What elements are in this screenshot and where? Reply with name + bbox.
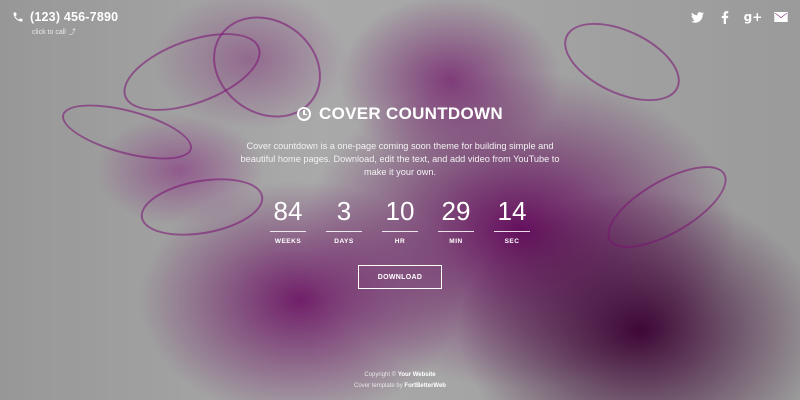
countdown-divider xyxy=(438,231,474,232)
phone-link[interactable]: (123) 456-7890 xyxy=(12,10,118,24)
countdown-divider xyxy=(270,231,306,232)
countdown-minutes-label: MIN xyxy=(449,238,463,245)
main-content: COVER COUNTDOWN Cover countdown is a one… xyxy=(0,104,800,289)
template-credit-line: Cover template by FortBetterWeb xyxy=(0,381,800,392)
countdown-divider xyxy=(382,231,418,232)
template-prefix: Cover template by xyxy=(354,383,403,389)
clock-icon xyxy=(297,107,312,121)
website-link[interactable]: Your Website xyxy=(398,372,436,378)
countdown: 84 WEEKS 3 DAYS 10 HR 29 MIN 14 SEC xyxy=(0,197,800,245)
countdown-weeks: 84 WEEKS xyxy=(270,197,306,245)
page-title: COVER COUNTDOWN xyxy=(319,104,503,123)
click-to-call-label: click to call xyxy=(32,28,66,36)
copyright-line: Copyright © Your Website xyxy=(0,370,800,381)
countdown-hours: 10 HR xyxy=(382,197,418,245)
countdown-hours-label: HR xyxy=(394,238,406,245)
author-link[interactable]: FortBetterWeb xyxy=(404,383,446,389)
facebook-icon[interactable] xyxy=(718,10,732,24)
countdown-divider xyxy=(326,231,362,232)
countdown-minutes-value: 29 xyxy=(441,196,471,226)
countdown-days: 3 DAYS xyxy=(326,197,362,245)
copyright-prefix: Copyright © xyxy=(364,372,397,378)
countdown-seconds-label: SEC xyxy=(504,238,520,245)
description-text: Cover countdown is a one-page coming soo… xyxy=(240,141,560,177)
footer: Copyright © Your Website Cover template … xyxy=(0,370,800,392)
countdown-days-value: 3 xyxy=(336,196,352,226)
phone-number: (123) 456-7890 xyxy=(30,10,119,24)
countdown-seconds-value: 14 xyxy=(497,196,527,226)
countdown-days-label: DAYS xyxy=(334,238,354,245)
download-button[interactable]: DOWNLOAD xyxy=(358,265,442,289)
countdown-minutes: 29 MIN xyxy=(438,197,474,245)
countdown-weeks-value: 84 xyxy=(273,196,303,226)
countdown-hours-value: 10 xyxy=(385,196,415,226)
twitter-icon[interactable] xyxy=(690,10,704,24)
top-bar: (123) 456-7890 click to call ⤴ g+ xyxy=(12,10,788,40)
email-icon[interactable] xyxy=(774,10,788,24)
arrow-up-icon: ⤴ xyxy=(68,29,76,36)
social-links: g+ xyxy=(690,10,788,24)
google-plus-icon[interactable]: g+ xyxy=(744,10,763,24)
title-row: COVER COUNTDOWN xyxy=(0,104,800,124)
download-wrap: DOWNLOAD xyxy=(0,265,800,289)
countdown-divider xyxy=(494,231,530,232)
click-to-call[interactable]: click to call ⤴ xyxy=(32,27,76,37)
countdown-seconds: 14 SEC xyxy=(494,197,530,245)
phone-icon xyxy=(13,12,23,22)
countdown-weeks-label: WEEKS xyxy=(274,238,302,245)
